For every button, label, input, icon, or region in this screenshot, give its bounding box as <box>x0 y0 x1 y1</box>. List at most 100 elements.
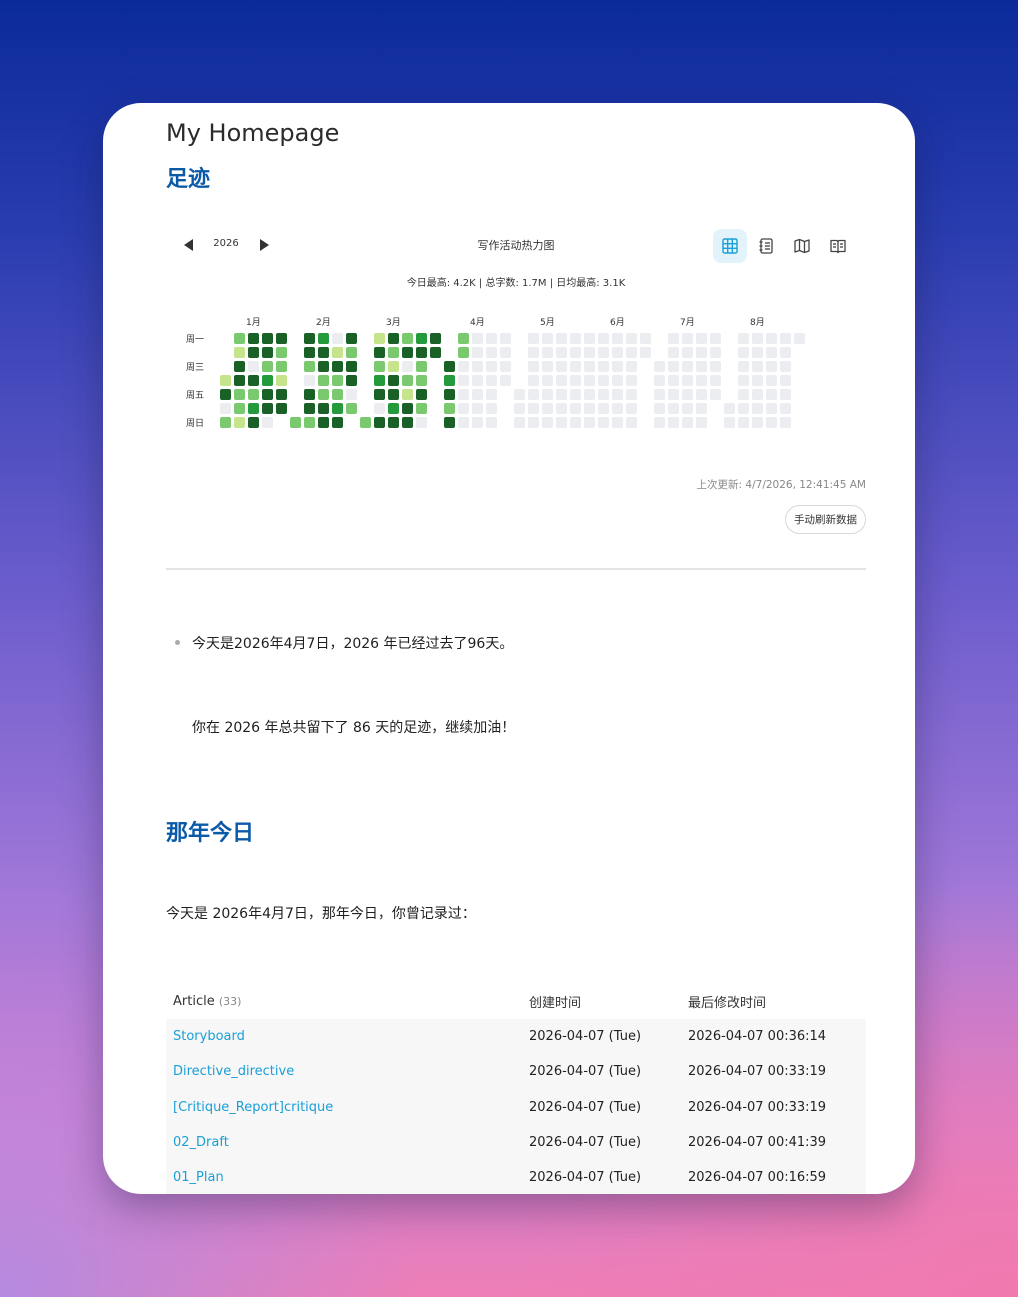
heatmap-day-cell[interactable] <box>402 361 413 372</box>
heatmap-day-cell[interactable] <box>570 347 581 358</box>
heatmap-day-cell[interactable] <box>570 333 581 344</box>
heatmap-day-cell[interactable] <box>528 389 539 400</box>
heatmap-day-cell[interactable] <box>542 389 553 400</box>
heatmap-day-cell[interactable] <box>444 361 455 372</box>
heatmap-day-cell[interactable] <box>402 333 413 344</box>
heatmap-day-cell[interactable] <box>696 375 707 386</box>
heatmap-day-cell[interactable] <box>710 389 721 400</box>
heatmap-day-cell[interactable] <box>276 375 287 386</box>
next-year-icon[interactable] <box>260 239 269 251</box>
article-link[interactable]: 01_Plan <box>166 1160 522 1194</box>
heatmap-day-cell[interactable] <box>472 361 483 372</box>
heatmap-day-cell[interactable] <box>514 403 525 414</box>
heatmap-day-cell[interactable] <box>598 333 609 344</box>
heatmap-day-cell[interactable] <box>248 375 259 386</box>
heatmap-day-cell[interactable] <box>612 389 623 400</box>
modified-column-header[interactable]: 最后修改时间 <box>681 983 866 1019</box>
heatmap-day-cell[interactable] <box>262 403 273 414</box>
heatmap-day-cell[interactable] <box>682 417 693 428</box>
heatmap-day-cell[interactable] <box>458 389 469 400</box>
heatmap-day-cell[interactable] <box>346 389 357 400</box>
heatmap-day-cell[interactable] <box>388 361 399 372</box>
heatmap-day-cell[interactable] <box>752 389 763 400</box>
heatmap-day-cell[interactable] <box>626 389 637 400</box>
heatmap-day-cell[interactable] <box>332 389 343 400</box>
heatmap-day-cell[interactable] <box>374 417 385 428</box>
heatmap-day-cell[interactable] <box>458 403 469 414</box>
heatmap-day-cell[interactable] <box>584 347 595 358</box>
heatmap-day-cell[interactable] <box>584 389 595 400</box>
heatmap-day-cell[interactable] <box>388 347 399 358</box>
heatmap-day-cell[interactable] <box>682 333 693 344</box>
heatmap-day-cell[interactable] <box>598 403 609 414</box>
heatmap-day-cell[interactable] <box>696 403 707 414</box>
heatmap-day-cell[interactable] <box>402 403 413 414</box>
heatmap-day-cell[interactable] <box>346 333 357 344</box>
heatmap-day-cell[interactable] <box>304 375 315 386</box>
heatmap-day-cell[interactable] <box>290 417 301 428</box>
heatmap-day-cell[interactable] <box>262 375 273 386</box>
heatmap-day-cell[interactable] <box>738 389 749 400</box>
heatmap-day-cell[interactable] <box>598 375 609 386</box>
map-view-button[interactable] <box>785 229 819 263</box>
heatmap-day-cell[interactable] <box>248 403 259 414</box>
heatmap-day-cell[interactable] <box>458 333 469 344</box>
heatmap-day-cell[interactable] <box>752 403 763 414</box>
heatmap-day-cell[interactable] <box>528 333 539 344</box>
heatmap-day-cell[interactable] <box>710 375 721 386</box>
heatmap-day-cell[interactable] <box>276 333 287 344</box>
heatmap-day-cell[interactable] <box>276 403 287 414</box>
heatmap-day-cell[interactable] <box>780 417 791 428</box>
heatmap-day-cell[interactable] <box>248 389 259 400</box>
heatmap-day-cell[interactable] <box>500 361 511 372</box>
heatmap-day-cell[interactable] <box>416 347 427 358</box>
heatmap-day-cell[interactable] <box>696 347 707 358</box>
heatmap-day-cell[interactable] <box>570 375 581 386</box>
heatmap-day-cell[interactable] <box>304 417 315 428</box>
heatmap-day-cell[interactable] <box>584 417 595 428</box>
heatmap-day-cell[interactable] <box>626 417 637 428</box>
heatmap-day-cell[interactable] <box>430 333 441 344</box>
heatmap-day-cell[interactable] <box>780 389 791 400</box>
heatmap-day-cell[interactable] <box>318 389 329 400</box>
heatmap-day-cell[interactable] <box>556 375 567 386</box>
prev-year-icon[interactable] <box>184 239 193 251</box>
heatmap-day-cell[interactable] <box>374 361 385 372</box>
heatmap-day-cell[interactable] <box>346 361 357 372</box>
heatmap-day-cell[interactable] <box>514 389 525 400</box>
heatmap-day-cell[interactable] <box>458 347 469 358</box>
heatmap-day-cell[interactable] <box>318 361 329 372</box>
heatmap-day-cell[interactable] <box>766 417 777 428</box>
article-link[interactable]: [Critique_Report]critique <box>166 1089 522 1125</box>
heatmap-day-cell[interactable] <box>612 417 623 428</box>
heatmap-day-cell[interactable] <box>332 417 343 428</box>
heatmap-day-cell[interactable] <box>612 361 623 372</box>
heatmap-day-cell[interactable] <box>752 417 763 428</box>
heatmap-day-cell[interactable] <box>248 417 259 428</box>
heatmap-day-cell[interactable] <box>514 417 525 428</box>
heatmap-day-cell[interactable] <box>500 347 511 358</box>
heatmap-day-cell[interactable] <box>696 389 707 400</box>
heatmap-day-cell[interactable] <box>318 347 329 358</box>
heatmap-day-cell[interactable] <box>584 333 595 344</box>
article-link[interactable]: Directive_directive <box>166 1054 522 1090</box>
heatmap-day-cell[interactable] <box>654 403 665 414</box>
heatmap-day-cell[interactable] <box>248 361 259 372</box>
heatmap-day-cell[interactable] <box>598 347 609 358</box>
article-link[interactable]: Storyboard <box>166 1019 522 1055</box>
heatmap-day-cell[interactable] <box>612 403 623 414</box>
heatmap-day-cell[interactable] <box>668 347 679 358</box>
heatmap-day-cell[interactable] <box>780 347 791 358</box>
heatmap-day-cell[interactable] <box>738 375 749 386</box>
heatmap-day-cell[interactable] <box>542 375 553 386</box>
heatmap-day-cell[interactable] <box>584 375 595 386</box>
heatmap-day-cell[interactable] <box>500 333 511 344</box>
heatmap-day-cell[interactable] <box>402 417 413 428</box>
heatmap-day-cell[interactable] <box>640 333 651 344</box>
heatmap-day-cell[interactable] <box>738 403 749 414</box>
heatmap-day-cell[interactable] <box>668 417 679 428</box>
heatmap-day-cell[interactable] <box>668 361 679 372</box>
heatmap-day-cell[interactable] <box>780 403 791 414</box>
heatmap-day-cell[interactable] <box>668 333 679 344</box>
heatmap-day-cell[interactable] <box>458 417 469 428</box>
